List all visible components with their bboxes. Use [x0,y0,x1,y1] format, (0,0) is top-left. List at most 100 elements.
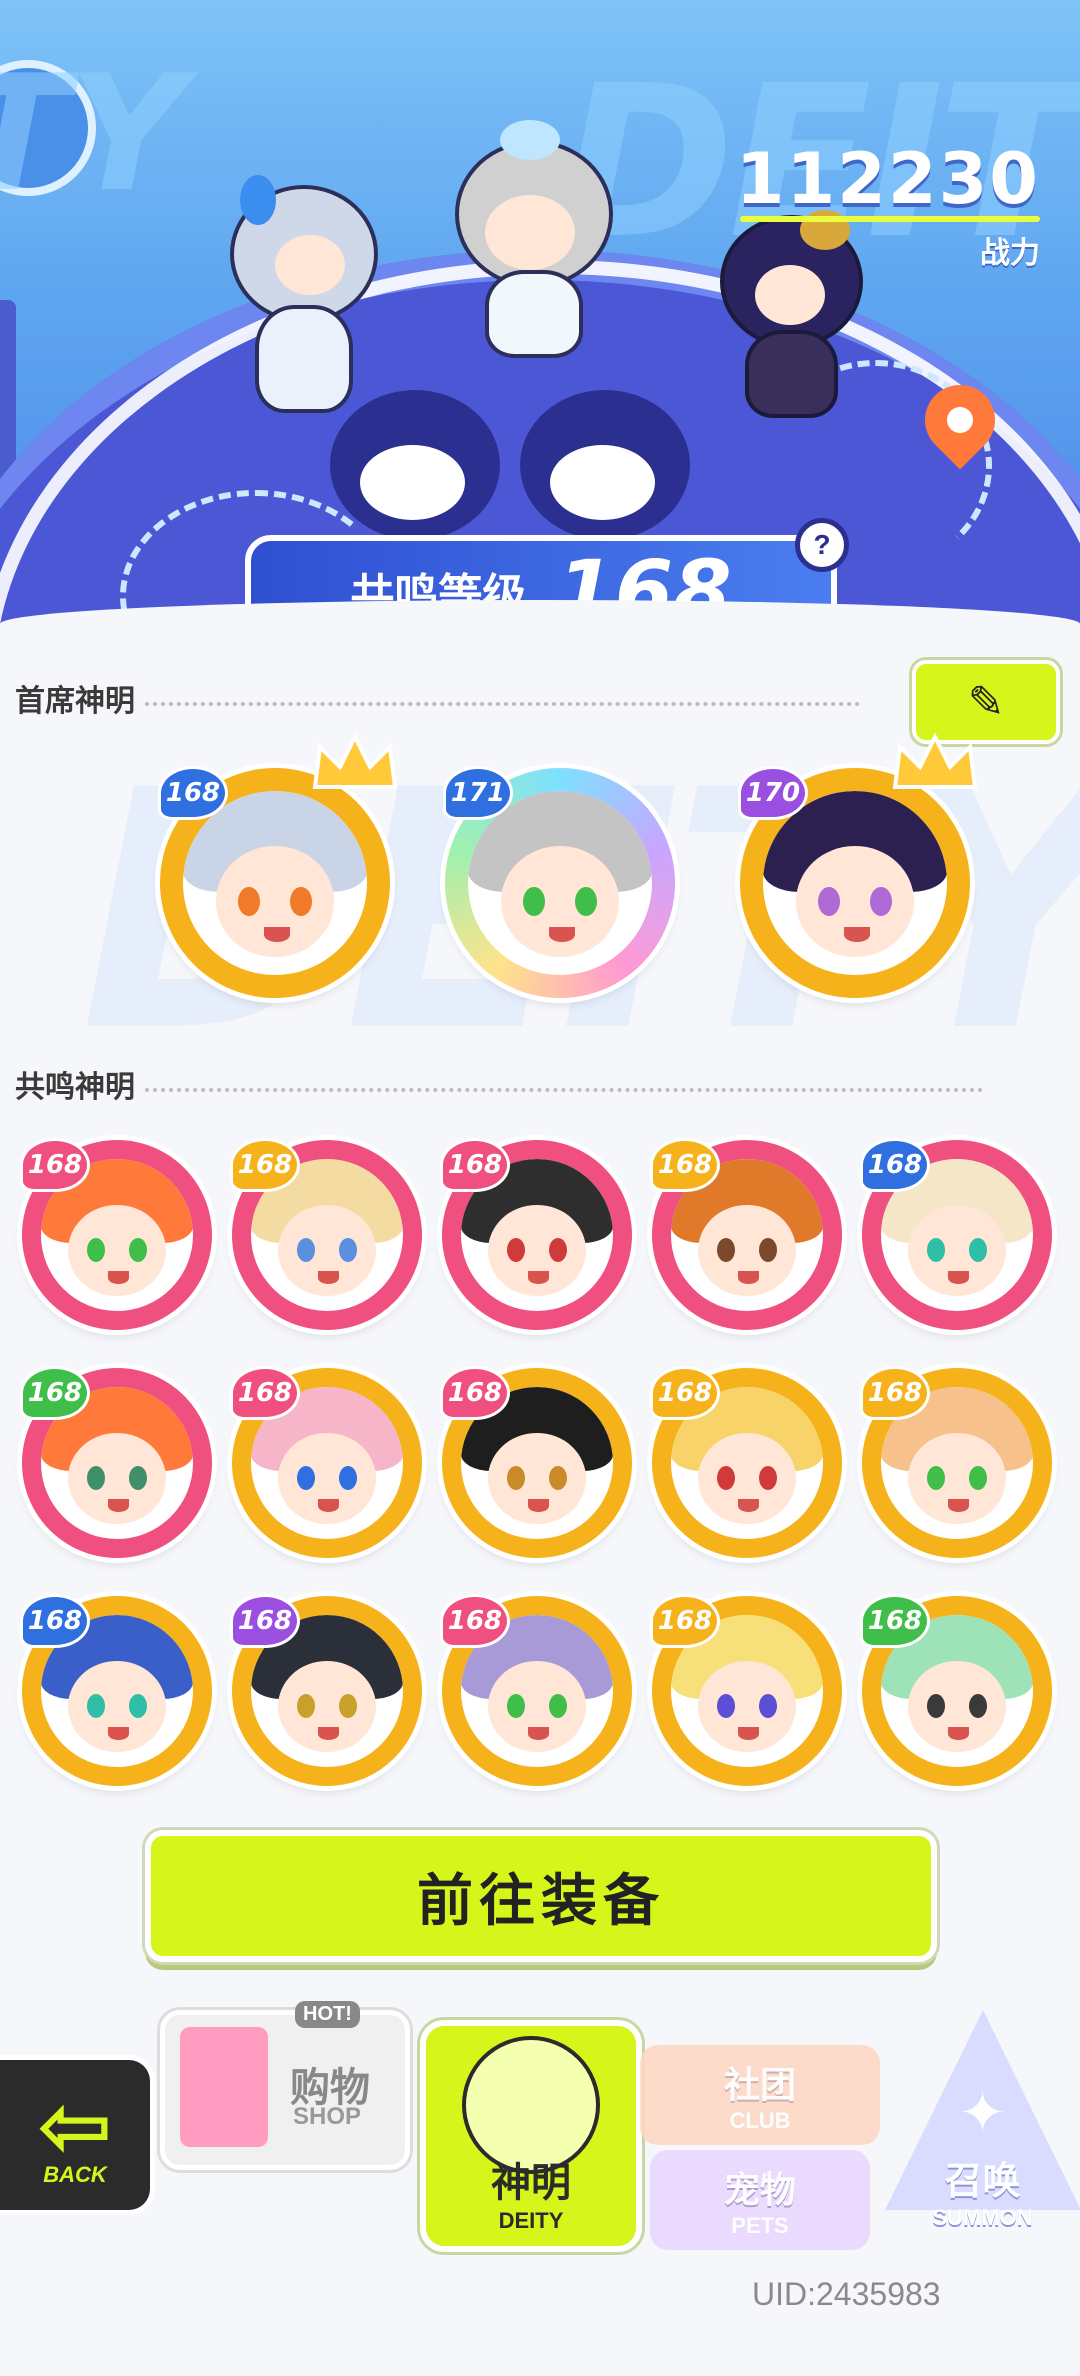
power-value: 112230 [735,138,1040,220]
deity-avatar[interactable]: 168 [230,1366,422,1558]
deity-avatar[interactable]: 168 [650,1366,842,1558]
summon-sublabel: SUMMON [932,2205,1033,2230]
deity-avatar[interactable]: 168 [20,1138,212,1330]
portrait-eye [296,1466,315,1491]
pencil-icon: ✎ [967,677,1005,727]
deity-avatar[interactable]: 168 [650,1594,842,1786]
pets-label: 宠物 [723,2169,796,2210]
back-arrow-icon: ⇦ [37,2077,113,2177]
portrait-mouth [947,1271,970,1284]
portrait-mouth [527,1499,550,1512]
deity-avatar[interactable]: 168 [230,1594,422,1786]
deity-avatar[interactable]: 168 [860,1594,1052,1786]
level-badge: 168 [650,1138,720,1192]
go-equip-button[interactable]: 前往装备 [145,1830,937,1962]
deity-avatar[interactable]: 168 [158,732,398,998]
level-badge: 168 [860,1138,930,1192]
deity-avatar[interactable]: 168 [860,1366,1052,1558]
portrait-mouth [737,1727,760,1740]
deity-sublabel: DEITY [498,2208,564,2233]
crown-icon [310,732,400,792]
nav-club[interactable]: 社团 CLUB [640,2045,880,2145]
bg-word-left: TY [0,40,185,227]
portrait-mouth [737,1271,760,1284]
portrait-mouth [107,1271,130,1284]
back-button[interactable]: ⇦ BACK [0,2055,155,2215]
club-label: 社团 [723,2064,796,2105]
level-badge: 168 [440,1138,510,1192]
portrait-eye [296,1238,315,1263]
nav-summon[interactable]: ✦ 召唤 SUMMON [885,2010,1080,2245]
deity-avatar[interactable]: 171 [443,766,675,998]
divider [145,702,860,706]
help-icon[interactable]: ? [795,518,849,572]
portrait-mouth [317,1499,340,1512]
shop-sublabel: SHOP [293,2103,362,2130]
primary-deity-title: 首席神明 [15,685,135,718]
summon-label: 召唤 [944,2161,1021,2203]
resonance-deity-title: 共鸣神明 [15,1071,135,1104]
level-badge: 168 [230,1594,300,1648]
portrait-eye [716,1238,735,1263]
portrait-eye [86,1694,105,1719]
power-panel: 112230 战力 [736,138,1040,272]
team-character-1[interactable] [215,175,385,415]
deity-avatar[interactable]: 168 [650,1138,842,1330]
deity-avatar[interactable]: 168 [860,1138,1052,1330]
portrait-eye [716,1694,735,1719]
portrait-eye [574,886,597,917]
level-badge: 168 [230,1366,300,1420]
hero-banner: TY DEITY 112230 战力 共鸣等级 168 ? [0,0,1080,640]
level-badge: 171 [443,766,513,820]
level-badge: 168 [440,1366,510,1420]
deity-avatar[interactable]: 168 [20,1594,212,1786]
portrait-eye [926,1238,945,1263]
level-badge: 168 [20,1594,90,1648]
team-character-2[interactable] [440,120,620,360]
portrait-eye [86,1466,105,1491]
deity-avatar[interactable]: 168 [230,1138,422,1330]
shop-card: HOT! 购物 SHOP [160,2001,410,2170]
portrait-eye [86,1238,105,1263]
level-badge: 168 [440,1594,510,1648]
portrait-eye [296,1694,315,1719]
resonance-deity-header: 共鸣神明 [15,1062,983,1106]
portrait-mouth [947,1499,970,1512]
portrait-eye [716,1466,735,1491]
deity-avatar[interactable]: 168 [440,1366,632,1558]
level-badge: 168 [20,1366,90,1420]
divider [145,1088,983,1092]
level-badge: 168 [20,1138,90,1192]
deity-portrait [763,791,947,975]
level-badge: 168 [650,1366,720,1420]
hot-badge: HOT! [295,2001,360,2028]
user-id: UID:2435983 [752,2276,941,2312]
deity-avatar[interactable]: 170 [738,732,978,998]
portrait-eye [506,1238,525,1263]
planet-eye-right [520,390,690,540]
portrait-eye [926,1694,945,1719]
portrait-mouth [107,1499,130,1512]
portrait-mouth [317,1727,340,1740]
crown-icon [890,732,980,792]
level-badge: 168 [860,1366,930,1420]
portrait-mouth [527,1727,550,1740]
level-badge: 168 [230,1138,300,1192]
portrait-mouth [107,1727,130,1740]
nav-pets[interactable]: 宠物 PETS [650,2150,870,2250]
deity-avatar[interactable]: 168 [20,1366,212,1558]
portrait-eye [506,1466,525,1491]
club-sublabel: CLUB [729,2108,791,2133]
portrait-mouth [317,1271,340,1284]
nav-shop[interactable]: HOT! 购物 SHOP [155,1990,415,2190]
portrait-mouth [527,1271,550,1284]
level-badge: 168 [158,766,228,820]
level-badge: 168 [860,1594,930,1648]
portrait-eye [506,1694,525,1719]
primary-deity-header: 首席神明 [15,676,860,720]
deity-avatar[interactable]: 168 [440,1138,632,1330]
nav-deity[interactable]: 神明 DEITY [420,2020,642,2252]
level-badge: 168 [650,1594,720,1648]
deity-avatar[interactable]: 168 [440,1594,632,1786]
power-label: 战力 [980,237,1040,270]
